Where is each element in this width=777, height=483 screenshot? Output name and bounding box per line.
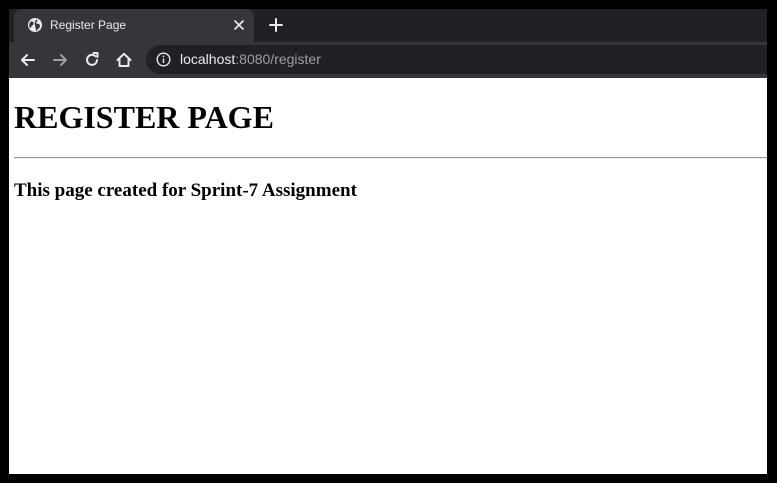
url-text[interactable]: localhost:8080/register (180, 51, 321, 68)
address-bar[interactable]: localhost:8080/register (146, 45, 767, 74)
arrow-left-icon[interactable] (18, 50, 38, 70)
tab-strip: Register Page (9, 9, 767, 42)
info-icon[interactable] (156, 52, 171, 67)
reload-icon[interactable] (82, 50, 102, 70)
page-subtitle: This page created for Sprint-7 Assignmen… (14, 180, 357, 201)
tab-register-page[interactable]: Register Page (14, 9, 254, 42)
plus-icon[interactable] (267, 16, 285, 34)
close-icon[interactable] (231, 17, 247, 33)
url-host: localhost (180, 51, 236, 67)
horizontal-divider (14, 157, 767, 159)
url-path: :8080/register (235, 51, 321, 67)
arrow-right-icon[interactable] (50, 50, 70, 70)
tab-title: Register Page (50, 18, 127, 32)
globe-icon (28, 18, 42, 32)
browser-toolbar: localhost:8080/register (9, 42, 767, 78)
home-icon[interactable] (114, 50, 134, 70)
browser-window: Register Page localhost:8080/register RE… (9, 9, 767, 474)
page-content: REGISTER PAGE This page created for Spri… (9, 78, 767, 474)
page-title: REGISTER PAGE (14, 99, 274, 135)
